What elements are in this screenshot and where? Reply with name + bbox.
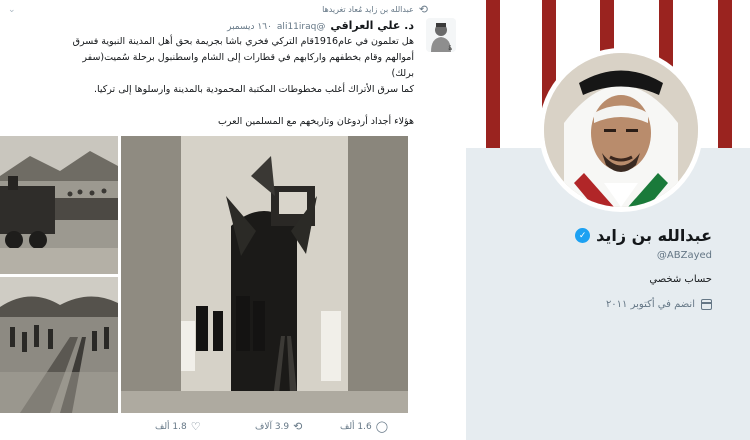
retweet-icon: ⟲ [418, 3, 428, 16]
tweet-header: د. علي العراقي @ali11iraq ١٦٠ ديسمبر [227, 19, 414, 32]
banner-stripe [486, 0, 500, 148]
tweet-date[interactable]: ١٦٠ ديسمبر [227, 22, 272, 32]
retweet-button[interactable]: ⟲ 3.9 آلاف [255, 420, 302, 433]
tweet-photo-railway-workers[interactable] [0, 277, 118, 413]
tweet-actions: ♡ 1.8 ألف ⟲ 3.9 آلاف ◯ 1.6 ألف [0, 420, 466, 436]
tweet-author-avatar[interactable]: ؏ [426, 18, 456, 52]
profile-name-row: عبدالله بن زايد ✓ [575, 226, 712, 245]
tweet-text-closing: هؤلاء أجداد أردوغان وتاريخهم مع المسلمين… [217, 116, 414, 127]
tweet-author-handle[interactable]: @ali11iraq [277, 22, 325, 32]
svg-text:؏: ؏ [448, 43, 452, 51]
reply-button[interactable]: ◯ 1.6 ألف [340, 420, 388, 433]
retweet-context: ⟲ عبدالله بن زايد مُعاد تغريدها [322, 3, 428, 16]
retweet-count: 3.9 آلاف [255, 421, 290, 432]
profile-card: عبدالله بن زايد ✓ @ABZayed حساب شخصي انض… [466, 48, 750, 440]
banner-stripe [718, 0, 732, 148]
tweet-text-line: كما سرق الأتراك أغلب مخطوطات المكتبة الم… [93, 84, 414, 95]
tweet-card[interactable]: ⌄ ⟲ عبدالله بن زايد مُعاد تغريدها ؏ د. ع… [0, 0, 466, 440]
heart-icon: ♡ [190, 420, 201, 433]
reply-icon: ◯ [375, 420, 389, 433]
like-button[interactable]: ♡ 1.8 ألف [155, 420, 201, 433]
profile-joined-text: انضم في أكتوبر ٢٠١١ [605, 299, 695, 310]
profile-name[interactable]: عبدالله بن زايد [596, 226, 712, 245]
tweet-media-grid[interactable] [0, 136, 408, 413]
tweet-text-line: هل تعلمون في عام1916قام التركي فخري باشا… [72, 36, 414, 47]
profile-avatar[interactable] [539, 48, 703, 212]
tweet-photo-mahmal-gate[interactable] [121, 136, 408, 413]
tweet-text: هل تعلمون في عام1916قام التركي فخري باشا… [0, 34, 414, 130]
reply-count: 1.6 ألف [340, 421, 372, 432]
profile-sidebar: عبدالله بن زايد ✓ @ABZayed حساب شخصي انض… [466, 0, 750, 440]
profile-handle[interactable]: @ABZayed [657, 250, 712, 261]
calendar-icon [701, 299, 712, 310]
twitter-page: ⌄ ⟲ عبدالله بن زايد مُعاد تغريدها ؏ د. ع… [0, 0, 750, 440]
profile-bio: حساب شخصي [649, 274, 712, 285]
retweet-icon: ⟲ [293, 420, 303, 433]
verified-badge-icon: ✓ [575, 228, 591, 243]
retweet-context-text: عبدالله بن زايد مُعاد تغريدها [322, 5, 414, 14]
tweet-author-name[interactable]: د. علي العراقي [330, 19, 414, 32]
tweet-text-line: أموالهم وقام بخطفهم واركابهم في قطارات إ… [82, 52, 414, 63]
profile-joined: انضم في أكتوبر ٢٠١١ [606, 299, 712, 310]
tweet-more-icon[interactable]: ⌄ [8, 5, 16, 15]
tweet-text-line: برلك) [391, 68, 415, 79]
like-count: 1.8 ألف [155, 421, 187, 432]
tweet-photo-train[interactable] [0, 136, 118, 274]
